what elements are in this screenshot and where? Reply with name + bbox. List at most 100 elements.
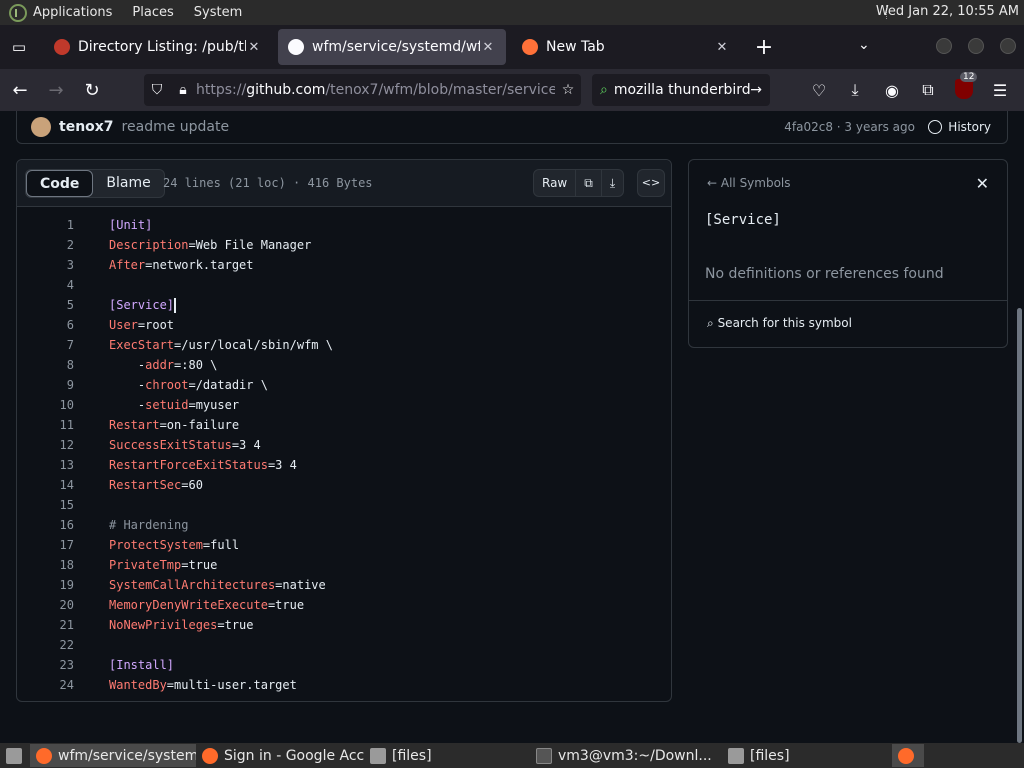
raw-button[interactable]: Raw <box>534 170 575 196</box>
line-number[interactable]: 17 <box>17 535 74 555</box>
search-bar[interactable]: ⌕ mozilla thunderbird → <box>592 74 770 106</box>
code-line[interactable]: 2 Description=Web File Manager <box>17 235 671 255</box>
code-line[interactable]: 3 After=network.target <box>17 255 671 275</box>
close-tab-icon[interactable]: ✕ <box>480 40 496 55</box>
search-input[interactable]: mozilla thunderbird <box>614 82 750 98</box>
commit-message[interactable]: readme update <box>122 119 230 135</box>
lock-icon[interactable]: 🔒︎ <box>170 82 196 98</box>
code-tab[interactable]: Code <box>26 170 94 197</box>
line-number[interactable]: 3 <box>17 255 74 275</box>
code-line[interactable]: 16 # Hardening <box>17 515 671 535</box>
line-number[interactable]: 24 <box>17 675 74 695</box>
line-number[interactable]: 16 <box>17 515 74 535</box>
line-number[interactable]: 6 <box>17 315 74 335</box>
line-number[interactable]: 9 <box>17 375 74 395</box>
code-line[interactable]: 13 RestartForceExitStatus=3 4 <box>17 455 671 475</box>
taskbar-item[interactable]: [files] <box>364 744 530 767</box>
line-number[interactable]: 20 <box>17 595 74 615</box>
new-tab-button[interactable]: + <box>748 31 780 63</box>
pocket-icon[interactable]: ♡ <box>806 77 832 103</box>
code-line[interactable]: 17 ProtectSystem=full <box>17 535 671 555</box>
downloads-icon[interactable]: ⤓ <box>842 77 868 103</box>
commit-author[interactable]: tenox7 <box>59 119 114 135</box>
line-number[interactable]: 12 <box>17 435 74 455</box>
tab-new-tab[interactable]: New Tab ✕ <box>512 29 740 65</box>
back-button[interactable]: ← <box>4 74 36 106</box>
firefox-view-button[interactable]: ▭ <box>0 25 38 69</box>
code-line[interactable]: 7 ExecStart=/usr/local/sbin/wfm \ <box>17 335 671 355</box>
blame-tab[interactable]: Blame <box>93 170 163 197</box>
extensions-icon[interactable]: ⧉ <box>915 77 941 103</box>
code-line[interactable]: 10 -setuid=myuser <box>17 395 671 415</box>
line-number[interactable]: 21 <box>17 615 74 635</box>
symbols-toggle-icon[interactable]: <> <box>637 169 665 197</box>
code-line[interactable]: 21 NoNewPrivileges=true <box>17 615 671 635</box>
ublock-origin-icon[interactable] <box>955 79 973 99</box>
line-number[interactable]: 18 <box>17 555 74 575</box>
all-symbols-link[interactable]: ← All Symbols <box>707 176 791 190</box>
copy-raw-icon[interactable]: ⧉ <box>575 170 601 196</box>
line-number[interactable]: 11 <box>17 415 74 435</box>
system-menu[interactable]: System <box>194 5 242 20</box>
line-number[interactable]: 23 <box>17 655 74 675</box>
line-number[interactable]: 19 <box>17 575 74 595</box>
line-number[interactable]: 1 <box>17 215 74 235</box>
code-line[interactable]: 6 User=root <box>17 315 671 335</box>
workspace-switcher[interactable] <box>892 744 924 767</box>
code-line[interactable]: 24 WantedBy=multi-user.target <box>17 675 671 695</box>
list-all-tabs-chevron-icon[interactable]: ⌄ <box>858 37 870 53</box>
code-line[interactable]: 20 MemoryDenyWriteExecute=true <box>17 595 671 615</box>
code-line[interactable]: 19 SystemCallArchitectures=native <box>17 575 671 595</box>
menu-hamburger-icon[interactable]: ☰ <box>987 77 1013 103</box>
places-menu[interactable]: Places <box>132 5 173 20</box>
code-line[interactable]: 4 <box>17 275 671 295</box>
url-bar[interactable]: ⛉ 🔒︎ https://github.com/tenox7/wfm/blob/… <box>144 74 581 106</box>
maximize-window-button[interactable] <box>968 38 984 54</box>
reload-button[interactable]: ↻ <box>76 74 108 106</box>
line-number[interactable]: 15 <box>17 495 74 515</box>
distro-logo-icon[interactable] <box>9 3 27 22</box>
close-tab-icon[interactable]: ✕ <box>714 40 730 55</box>
line-number[interactable]: 5 <box>17 295 74 315</box>
clock[interactable]: Wed Jan 22, 10:55 AM <box>876 4 1019 19</box>
taskbar-item[interactable]: vm3@vm3:~/Downl... <box>530 744 722 767</box>
taskbar-item[interactable]: Sign in - Google Acc... <box>196 744 364 767</box>
code-line[interactable]: 14 RestartSec=60 <box>17 475 671 495</box>
code-line[interactable]: 11 Restart=on-failure <box>17 415 671 435</box>
code-line[interactable]: 8 -addr=:80 \ <box>17 355 671 375</box>
minimize-window-button[interactable] <box>936 38 952 54</box>
history-button[interactable]: History <box>928 120 991 134</box>
line-number[interactable]: 2 <box>17 235 74 255</box>
commit-meta[interactable]: 4fa02c8 · 3 years ago <box>784 120 915 134</box>
line-number[interactable]: 13 <box>17 455 74 475</box>
forward-button[interactable]: → <box>40 74 72 106</box>
line-number[interactable]: 8 <box>17 355 74 375</box>
code-line[interactable]: 5 [Service] <box>17 295 671 315</box>
show-desktop-button[interactable] <box>0 744 30 767</box>
code-line[interactable]: 15 <box>17 495 671 515</box>
line-number[interactable]: 22 <box>17 635 74 655</box>
line-number[interactable]: 14 <box>17 475 74 495</box>
code-line[interactable]: 12 SuccessExitStatus=3 4 <box>17 435 671 455</box>
tab-wfm-service[interactable]: wfm/service/systemd/wfm.service ✕ <box>278 29 506 65</box>
close-window-button[interactable] <box>1000 38 1016 54</box>
code-line[interactable]: 23 [Install] <box>17 655 671 675</box>
code-line[interactable]: 22 <box>17 635 671 655</box>
close-tab-icon[interactable]: ✕ <box>246 40 262 55</box>
search-symbol-button[interactable]: ⌕ Search for this symbol <box>707 316 852 331</box>
line-number[interactable]: 7 <box>17 335 74 355</box>
download-raw-icon[interactable]: ⤓ <box>600 170 623 196</box>
code-line[interactable]: 18 PrivateTmp=true <box>17 555 671 575</box>
code-line[interactable]: 9 -chroot=/datadir \ <box>17 375 671 395</box>
applications-menu[interactable]: Applications <box>33 5 112 20</box>
account-icon[interactable]: ◉ <box>879 77 905 103</box>
close-icon[interactable]: ✕ <box>976 174 989 193</box>
line-number[interactable]: 4 <box>17 275 74 295</box>
taskbar-item[interactable]: [files] <box>722 744 888 767</box>
taskbar-item[interactable]: wfm/service/system... <box>30 744 196 767</box>
tab-directory-listing[interactable]: Directory Listing: /pub/thunderbird ✕ <box>44 29 272 65</box>
line-number[interactable]: 10 <box>17 395 74 415</box>
shield-icon[interactable]: ⛉ <box>144 82 170 98</box>
page-scrollbar[interactable] <box>1017 308 1022 743</box>
avatar[interactable] <box>31 117 51 137</box>
